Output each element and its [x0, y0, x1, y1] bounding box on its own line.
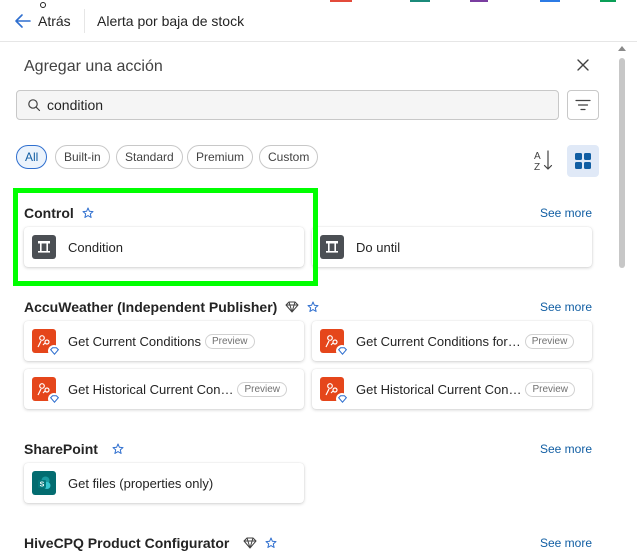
panel-title: Agregar una acción — [24, 58, 163, 75]
action-card-get-current-conditions[interactable]: Get Current Conditions Preview — [24, 321, 304, 361]
section-title-sharepoint: SharePoint — [24, 441, 124, 457]
grid-view-button[interactable] — [567, 145, 599, 177]
back-button[interactable]: Atrás — [14, 10, 71, 32]
flow-title: Alerta por baja de stock — [97, 13, 245, 29]
preview-badge: Preview — [237, 381, 288, 397]
header-decoration — [600, 0, 616, 2]
accuweather-icon — [320, 329, 348, 357]
see-more-link-control[interactable]: See more — [540, 206, 592, 220]
section-title-accuweather: AccuWeather (Independent Publisher) — [24, 299, 319, 315]
close-button[interactable] — [574, 56, 592, 74]
sort-az-icon: A Z — [534, 150, 553, 173]
pill-label: Custom — [268, 150, 310, 164]
filter-lines-icon — [575, 99, 591, 111]
section-title-text: SharePoint — [24, 441, 98, 457]
search-box[interactable] — [16, 90, 559, 120]
action-card-get-current-conditions-for[interactable]: Get Current Conditions for… Preview — [312, 321, 592, 361]
preview-badge: Preview — [525, 381, 576, 397]
preview-badge: Preview — [204, 333, 255, 349]
section-title-text: AccuWeather (Independent Publisher) — [24, 299, 278, 315]
grid-view-icon — [575, 153, 591, 169]
filter-button[interactable] — [567, 90, 599, 120]
premium-diamond-icon — [243, 537, 257, 549]
pill-label: Premium — [196, 150, 245, 164]
svg-text:Z: Z — [534, 162, 540, 173]
section-title-text: Control — [24, 205, 74, 221]
search-icon — [28, 99, 41, 112]
section-title-text: HiveCPQ Product Configurator — [24, 535, 230, 551]
do-until-icon — [320, 235, 344, 259]
accuweather-icon — [32, 377, 60, 405]
divider — [84, 9, 85, 33]
section-title-hivecpq: HiveCPQ Product Configurator — [24, 535, 277, 551]
preview-badge: Preview — [524, 333, 575, 349]
action-label: Get Current Conditions for… — [356, 333, 521, 349]
premium-badge-icon — [336, 345, 348, 357]
arrow-left-icon — [15, 14, 31, 28]
filter-pill-premium[interactable]: Premium — [187, 145, 254, 169]
filter-pill-built-in[interactable]: Built-in — [55, 145, 110, 169]
svg-text:A: A — [534, 151, 541, 162]
sharepoint-icon: S — [32, 471, 56, 495]
header-decoration — [410, 0, 430, 2]
pill-label: All — [25, 150, 39, 164]
mouse-cursor-indicator — [40, 2, 46, 8]
sort-button[interactable]: A Z — [532, 148, 556, 174]
close-icon — [577, 59, 589, 71]
pill-label: Standard — [125, 150, 174, 164]
action-label: Condition — [68, 239, 123, 255]
section-title-control: Control — [24, 205, 94, 221]
action-label: Get Historical Current Con… — [68, 381, 234, 397]
accuweather-icon — [320, 377, 348, 405]
filter-pill-standard[interactable]: Standard — [116, 145, 183, 169]
header-decoration — [470, 0, 488, 2]
see-more-link-sharepoint[interactable]: See more — [540, 442, 592, 456]
accuweather-icon — [32, 329, 60, 357]
header-decoration — [330, 0, 352, 2]
filter-pill-all[interactable]: All — [16, 145, 48, 169]
action-label: Get Current Conditions — [68, 333, 201, 349]
scroll-up-arrow[interactable] — [618, 46, 626, 51]
action-card-get-files-properties-only[interactable]: S Get files (properties only) — [24, 463, 304, 503]
scroll-thumb[interactable] — [619, 58, 625, 268]
top-bar: Atrás Alerta por baja de stock — [0, 0, 637, 42]
action-label: Do until — [356, 239, 401, 255]
premium-badge-icon — [336, 393, 348, 405]
see-more-link-accuweather[interactable]: See more — [540, 300, 592, 314]
premium-diamond-icon — [285, 301, 299, 313]
premium-badge-icon — [48, 345, 60, 357]
action-card-do-until[interactable]: Do until — [312, 227, 592, 267]
star-icon[interactable] — [112, 443, 124, 455]
star-icon[interactable] — [307, 301, 319, 313]
header-decoration — [540, 0, 560, 2]
condition-icon — [32, 235, 56, 259]
action-card-get-historical-current-conditions[interactable]: Get Historical Current Con… Preview — [24, 369, 304, 409]
search-input[interactable] — [47, 97, 547, 113]
star-icon[interactable] — [82, 207, 94, 219]
svg-text:S: S — [40, 482, 45, 489]
pill-label: Built-in — [64, 150, 101, 164]
action-label: Get files (properties only) — [68, 475, 214, 491]
action-label: Get Historical Current Con… — [356, 381, 522, 397]
scrollbar[interactable] — [615, 44, 629, 553]
filter-pill-custom[interactable]: Custom — [259, 145, 319, 169]
star-icon[interactable] — [265, 537, 277, 549]
action-card-condition[interactable]: Condition — [24, 227, 304, 267]
see-more-link-hivecpq[interactable]: See more — [540, 536, 592, 550]
premium-badge-icon — [48, 393, 60, 405]
action-card-get-historical-current-conditions-2[interactable]: Get Historical Current Con… Preview — [312, 369, 592, 409]
back-label: Atrás — [38, 13, 71, 29]
